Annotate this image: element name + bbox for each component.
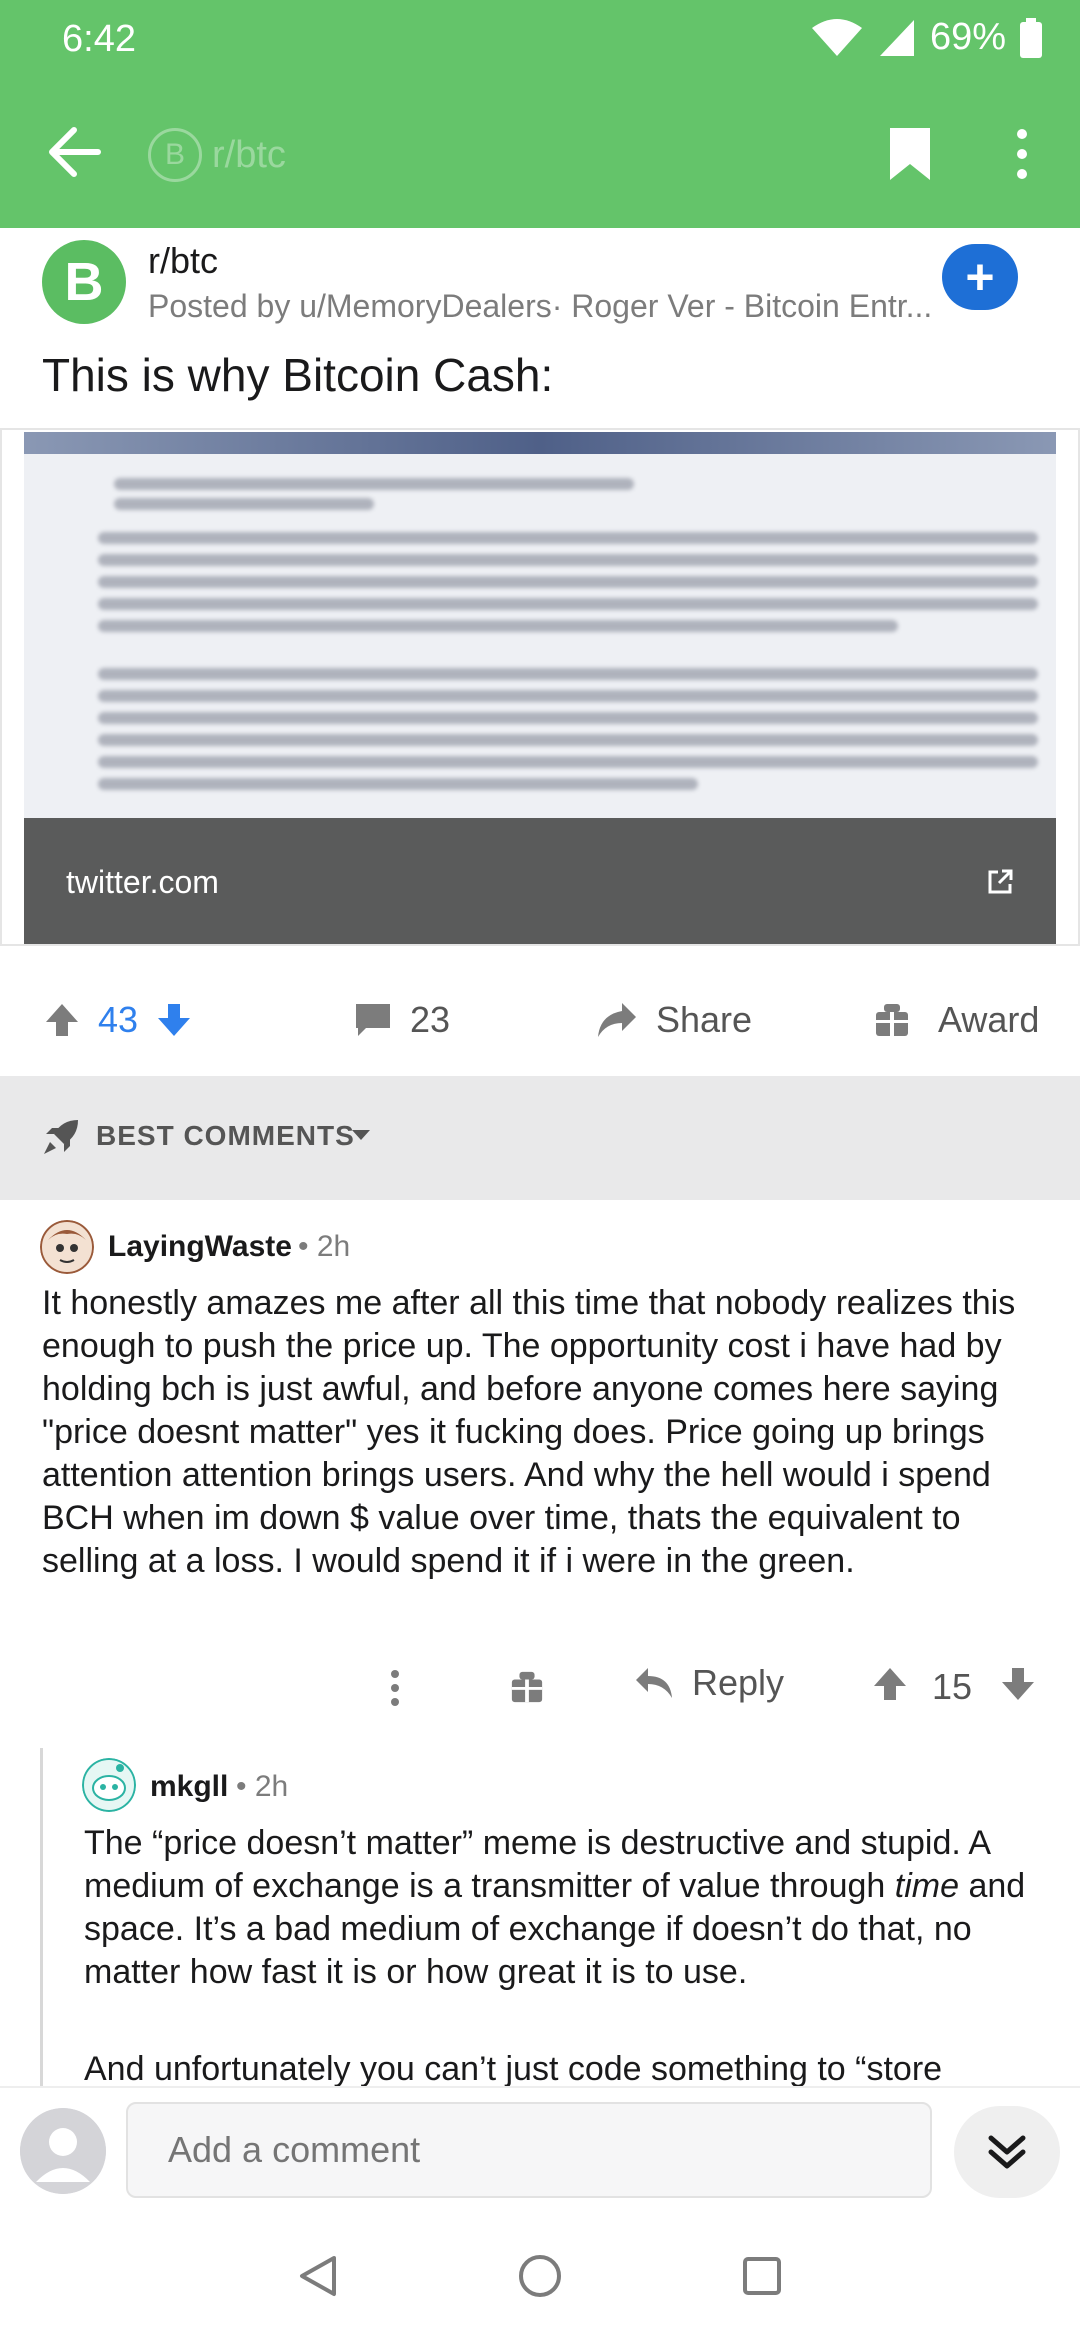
- reply-body-text-1: The “price doesn’t matter” meme is destr…: [84, 1824, 990, 1905]
- subreddit-mini-icon: B: [148, 128, 202, 182]
- wifi-icon: [811, 18, 862, 56]
- plus-icon: +: [965, 249, 995, 305]
- comment-body: It honestly amazes me after all this tim…: [42, 1284, 1016, 1580]
- back-arrow-icon[interactable]: [46, 126, 102, 178]
- user-avatar-icon[interactable]: [20, 2108, 106, 2194]
- subreddit-avatar[interactable]: B: [42, 240, 126, 324]
- reply-time: • 2h: [236, 1770, 289, 1803]
- thread-indent-line[interactable]: [40, 1748, 43, 2088]
- reply-body: The “price doesn’t matter” meme is destr…: [84, 1822, 1054, 1994]
- double-chevron-down-icon: [988, 2135, 1026, 2169]
- comment-avatar-layingwaste[interactable]: [40, 1220, 94, 1274]
- comments-count: 23: [410, 999, 451, 1040]
- share-button[interactable]: Share: [596, 960, 752, 1080]
- upvote-icon[interactable]: [44, 1002, 80, 1038]
- comment-avatar-mkgll[interactable]: [82, 1758, 136, 1812]
- appbar-subreddit-name: r/btc: [212, 133, 286, 176]
- post-actions: 43 23 Share Award: [0, 960, 1080, 1080]
- external-link-icon[interactable]: [986, 868, 1014, 896]
- comment-time: • 2h: [298, 1230, 351, 1263]
- nav-home-icon[interactable]: [518, 2254, 562, 2298]
- add-comment-input[interactable]: [126, 2102, 932, 2198]
- comment-actions: Reply 15: [0, 1640, 1080, 1736]
- battery-percent: 69%: [929, 16, 1006, 58]
- signal-icon: [879, 19, 914, 56]
- sort-label[interactable]: BEST COMMENTS: [96, 1120, 355, 1152]
- join-button[interactable]: +: [942, 244, 1018, 310]
- status-icons: 69%: [810, 16, 1042, 59]
- comment-award-icon[interactable]: [510, 1670, 544, 1704]
- rocket-icon: [44, 1120, 78, 1154]
- link-domain[interactable]: twitter.com: [66, 864, 219, 901]
- collapse-button[interactable]: [954, 2106, 1060, 2198]
- comment-upvote-icon[interactable]: [872, 1666, 908, 1702]
- post-title: This is why Bitcoin Cash:: [42, 349, 554, 401]
- post-vote-count: 43: [98, 999, 139, 1040]
- subreddit-name[interactable]: r/btc: [148, 240, 218, 282]
- share-icon: [598, 1003, 636, 1037]
- bookmark-icon[interactable]: [888, 126, 932, 182]
- comment-more-icon[interactable]: [390, 1670, 400, 1706]
- downvote-icon[interactable]: [156, 1002, 192, 1038]
- system-navigation-bar: [0, 2218, 1080, 2340]
- status-time: 6:42: [62, 18, 136, 60]
- battery-icon: [1020, 17, 1042, 58]
- comment-downvote-icon[interactable]: [1000, 1666, 1036, 1702]
- comment-icon: [356, 1004, 390, 1036]
- reply-body-emphasis: time: [894, 1867, 959, 1905]
- award-button[interactable]: Award: [874, 960, 1039, 1080]
- reply-label: Reply: [692, 1662, 785, 1703]
- reply-icon: [636, 1668, 672, 1698]
- reply-body-paragraph-2: And unfortunately you can’t just code so…: [84, 2050, 943, 2086]
- appbar-subreddit-title: B r/btc: [148, 128, 286, 182]
- more-options-icon[interactable]: [1010, 126, 1034, 182]
- comments-button[interactable]: 23: [354, 960, 450, 1080]
- app-header: 6:42 69% B r/btc: [0, 0, 1080, 228]
- chevron-down-icon[interactable]: [350, 1128, 372, 1142]
- nav-recents-icon[interactable]: [742, 2256, 782, 2296]
- comment-reply-button[interactable]: Reply: [634, 1662, 784, 1704]
- comment-vote-count: 15: [932, 1666, 973, 1707]
- gift-icon: [876, 1004, 908, 1036]
- award-label: Award: [938, 999, 1040, 1040]
- vote-group: 43: [44, 960, 192, 1080]
- post-author-line[interactable]: Posted by u/MemoryDealers· Roger Ver - B…: [148, 288, 932, 325]
- share-label: Share: [656, 999, 753, 1040]
- nav-back-icon[interactable]: [298, 2254, 338, 2298]
- comment-username[interactable]: LayingWaste: [108, 1230, 292, 1264]
- reply-username[interactable]: mkgll: [150, 1770, 228, 1804]
